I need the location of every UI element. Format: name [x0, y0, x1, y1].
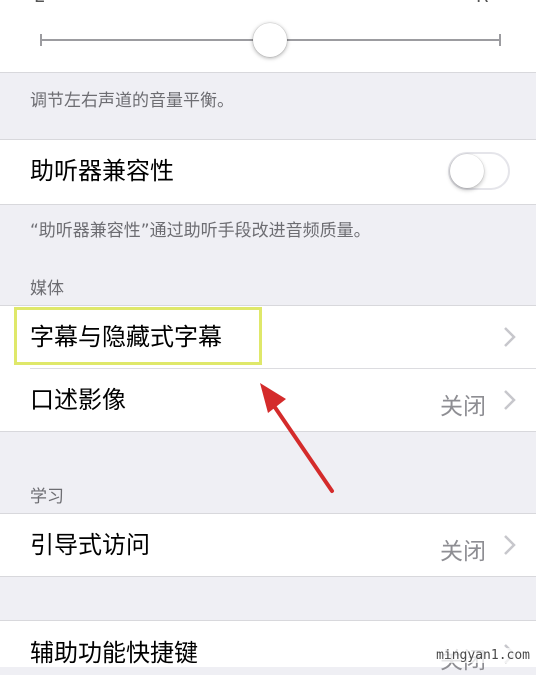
- list-item-guided-access[interactable]: 引导式访问 关闭: [0, 514, 536, 576]
- annotation-arrow-icon: [260, 383, 334, 493]
- balance-slider-tick-right: [499, 34, 501, 46]
- guided-access-label: 引导式访问: [30, 531, 150, 559]
- balance-right-label: R: [476, 0, 489, 7]
- hearing-aid-label: 助听器兼容性: [30, 157, 174, 185]
- balance-slider-thumb[interactable]: [253, 23, 287, 57]
- divider: [0, 576, 536, 577]
- divider: [0, 72, 536, 73]
- highlight-box: [14, 307, 262, 365]
- audio-description-label: 口述影像: [30, 386, 126, 414]
- audio-description-value: 关闭: [440, 394, 486, 420]
- chevron-right-icon: [504, 390, 516, 410]
- balance-slider-tick-left: [40, 34, 42, 46]
- learning-section-header: 学习: [30, 487, 64, 507]
- hearing-aid-cell[interactable]: 助听器兼容性: [0, 140, 536, 204]
- learning-group: 引导式访问 关闭: [0, 514, 536, 576]
- hearing-aid-footer: “助听器兼容性”通过助听手段改进音频质量。: [30, 221, 371, 241]
- divider: [0, 204, 536, 205]
- balance-left-label: L: [34, 0, 44, 7]
- chevron-right-icon: [504, 327, 516, 347]
- chevron-right-icon: [504, 535, 516, 555]
- toggle-knob: [450, 154, 484, 188]
- watermark-text: mingyan1.com: [434, 648, 532, 663]
- guided-access-value: 关闭: [440, 539, 486, 565]
- balance-slider-cell: L R: [0, 0, 536, 72]
- media-section-header: 媒体: [30, 279, 64, 299]
- balance-footer: 调节左右声道的音量平衡。: [30, 91, 234, 111]
- shortcut-label: 辅助功能快捷键: [30, 639, 198, 667]
- hearing-aid-toggle[interactable]: [448, 152, 510, 190]
